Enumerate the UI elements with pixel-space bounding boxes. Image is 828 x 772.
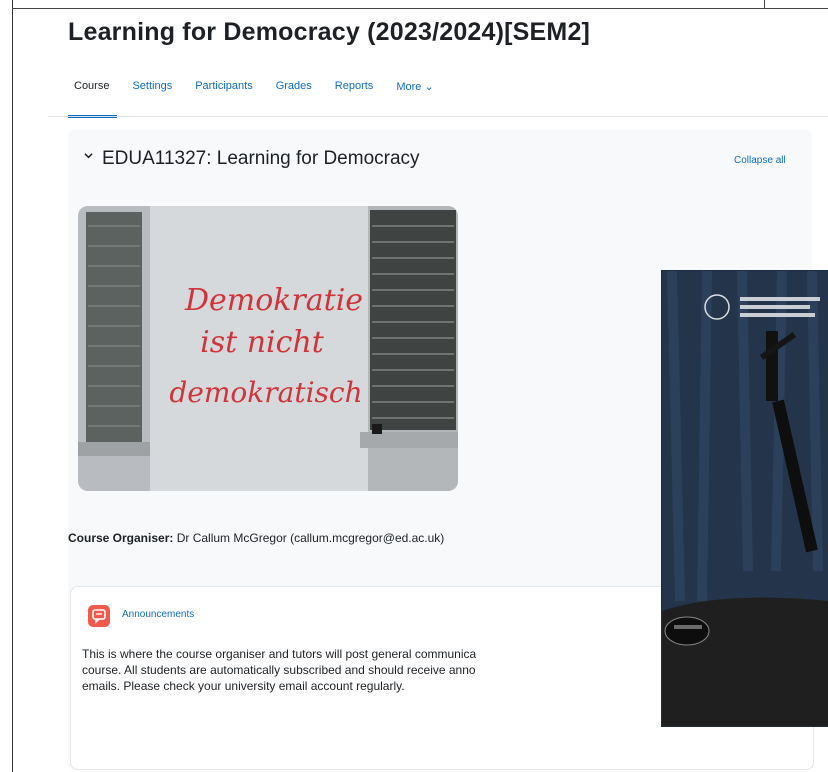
tab-settings[interactable]: Settings — [132, 80, 172, 117]
tabs-divider — [48, 116, 828, 117]
forum-icon — [88, 605, 110, 627]
chevron-down-icon[interactable] — [84, 151, 93, 160]
organiser-label: Course Organiser: — [68, 531, 174, 545]
announcements-description: This is where the course organiser and t… — [82, 647, 477, 693]
page-title: Learning for Democracy (2023/2024)[SEM2] — [68, 18, 591, 46]
collapse-all-link[interactable]: Collapse all — [734, 155, 786, 166]
frame-top-border — [12, 8, 828, 9]
graffiti-line-2: ist nicht — [200, 325, 325, 360]
section-title[interactable]: EDUA11327: Learning for Democracy — [102, 148, 420, 170]
frame-tick — [764, 0, 765, 9]
tab-reports[interactable]: Reports — [335, 80, 374, 117]
graffiti-line-1: Demokratie — [184, 283, 363, 318]
course-tabs: Course Settings Participants Grades Repo… — [67, 80, 457, 118]
frame-left-border — [12, 0, 13, 772]
tab-grades[interactable]: Grades — [276, 80, 312, 117]
tab-participants[interactable]: Participants — [195, 80, 252, 117]
tab-more[interactable]: More ⌄ — [396, 80, 433, 117]
graffiti-line-3: demokratisch — [169, 376, 362, 409]
course-image: Demokratie ist nicht demokratisch — [78, 206, 458, 491]
announcements-link[interactable]: Announcements — [122, 609, 194, 620]
video-thumbnail[interactable] — [661, 270, 828, 727]
course-organiser: Course Organiser: Dr Callum McGregor (ca… — [68, 531, 444, 545]
organiser-value: Dr Callum McGregor (callum.mcgregor@ed.a… — [176, 531, 445, 545]
tab-course[interactable]: Course — [67, 80, 119, 118]
